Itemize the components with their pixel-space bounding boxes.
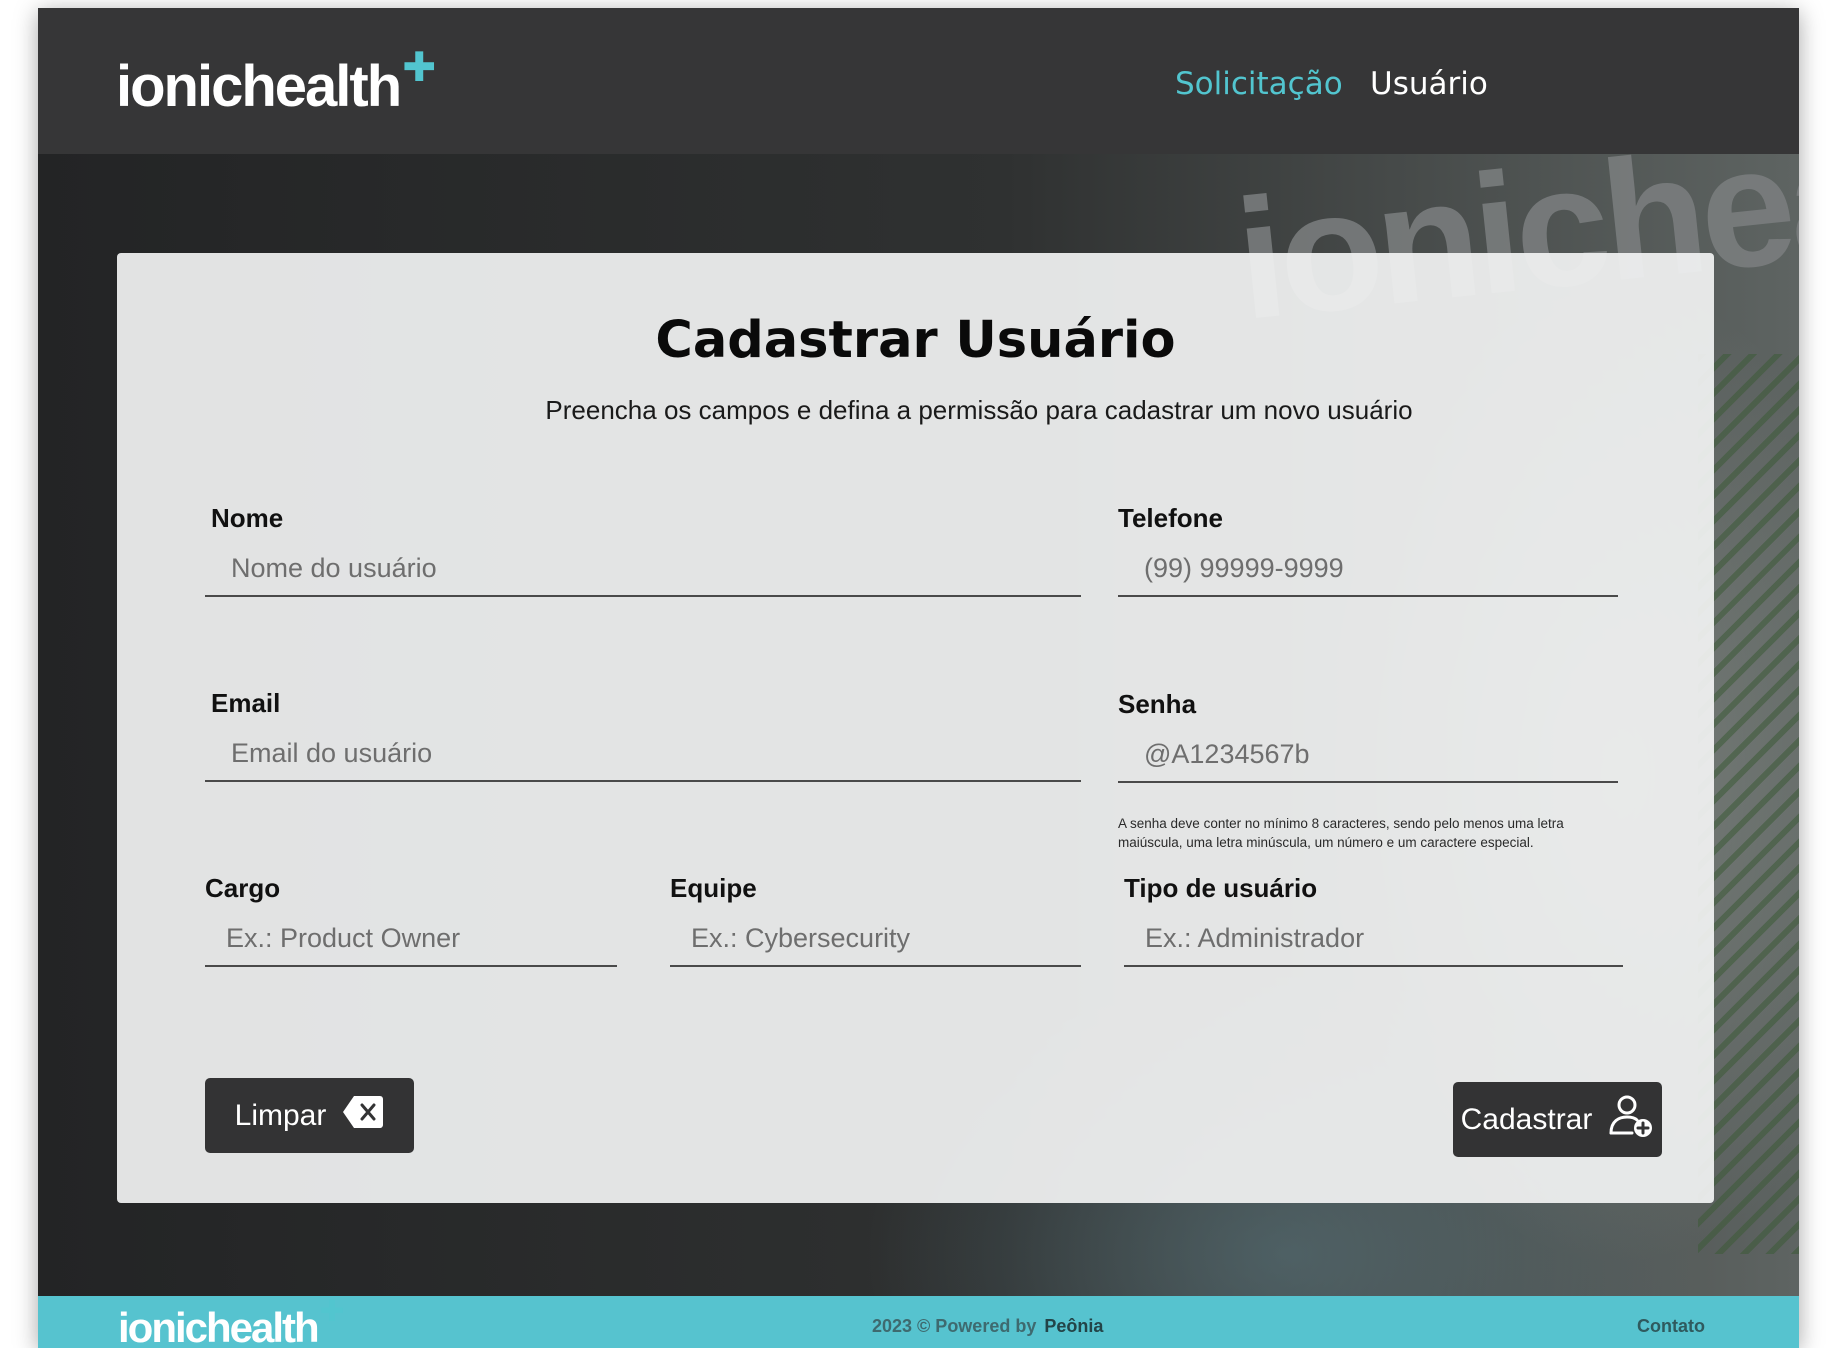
app-window: ionichea ionichealth ✚ Solicitação Usuár… bbox=[38, 8, 1799, 1348]
register-user-card: Cadastrar Usuário Preencha os campos e d… bbox=[117, 253, 1714, 1203]
nav-usuario[interactable]: Usuário bbox=[1370, 66, 1488, 102]
telefone-input[interactable] bbox=[1118, 541, 1618, 597]
backspace-icon bbox=[342, 1094, 384, 1138]
equipe-input[interactable] bbox=[670, 911, 1081, 967]
nav-solicitacao[interactable]: Solicitação bbox=[1175, 66, 1343, 102]
limpar-label: Limpar bbox=[234, 1098, 327, 1132]
tipo-usuario-input[interactable] bbox=[1124, 911, 1623, 967]
footer-logo-text: ionichealth bbox=[118, 1304, 320, 1348]
logo-plus-icon: ✚ bbox=[402, 44, 436, 90]
top-navbar: ionichealth ✚ Solicitação Usuário bbox=[38, 8, 1799, 154]
footer-contact-link[interactable]: Contato bbox=[1637, 1316, 1705, 1337]
page-subtitle: Preencha os campos e defina a permissão … bbox=[545, 395, 1413, 425]
footer-powered-text: 2023 © Powered by bbox=[872, 1316, 1037, 1336]
nome-input[interactable] bbox=[205, 541, 1081, 597]
cadastrar-label: Cadastrar bbox=[1460, 1102, 1593, 1136]
logo-text: ionichealth bbox=[116, 54, 402, 119]
cargo-input[interactable] bbox=[205, 911, 617, 967]
header-logo[interactable]: ionichealth ✚ bbox=[116, 44, 436, 120]
cadastrar-button[interactable]: Cadastrar bbox=[1453, 1082, 1662, 1157]
telefone-label: Telefone bbox=[1118, 503, 1223, 533]
limpar-button[interactable]: Limpar bbox=[205, 1078, 414, 1153]
footer-logo-plus-icon: ✚ bbox=[319, 1295, 345, 1328]
footer-logo[interactable]: ionichealth ✚ bbox=[118, 1295, 344, 1348]
cargo-label: Cargo bbox=[205, 873, 281, 903]
tipo-usuario-label: Tipo de usuário bbox=[1124, 873, 1318, 903]
email-input[interactable] bbox=[205, 726, 1081, 782]
footer-credits: 2023 © Powered by Peônia bbox=[872, 1316, 1103, 1337]
nome-label: Nome bbox=[211, 503, 284, 533]
footer: ionichealth ✚ 2023 © Powered by Peônia Co… bbox=[38, 1295, 1799, 1348]
footer-brand[interactable]: Peônia bbox=[1044, 1316, 1103, 1336]
senha-label: Senha bbox=[1118, 689, 1197, 719]
equipe-label: Equipe bbox=[670, 873, 757, 903]
senha-input[interactable] bbox=[1118, 727, 1618, 783]
password-hint: A senha deve conter no mínimo 8 caracter… bbox=[1118, 816, 1564, 850]
page-title: Cadastrar Usuário bbox=[655, 311, 1176, 370]
user-add-icon bbox=[1608, 1093, 1654, 1147]
email-label: Email bbox=[211, 688, 281, 718]
